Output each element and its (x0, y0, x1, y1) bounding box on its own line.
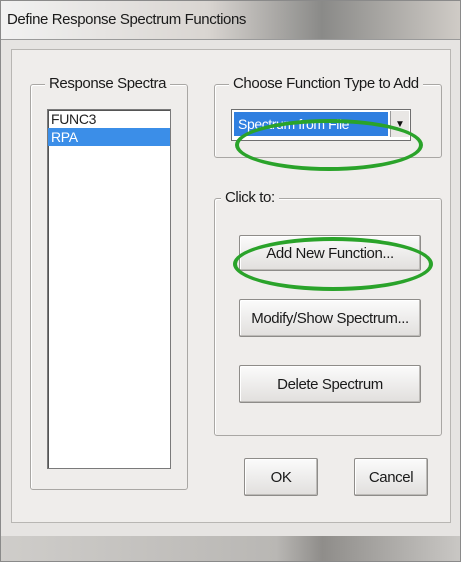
window-bottom-edge (1, 536, 460, 561)
window-title: Define Response Spectrum Functions (7, 11, 247, 28)
dialog-client-area: Response Spectra FUNC3 RPA Choose Functi… (11, 49, 451, 523)
response-spectra-group: Response Spectra FUNC3 RPA (30, 75, 188, 490)
click-to-legend: Click to: (221, 189, 279, 206)
modify-show-spectrum-button[interactable]: Modify/Show Spectrum... (239, 299, 421, 337)
response-spectra-list[interactable]: FUNC3 RPA (47, 109, 171, 469)
delete-spectrum-button[interactable]: Delete Spectrum (239, 365, 421, 403)
chevron-down-icon[interactable]: ▼ (390, 111, 409, 137)
click-to-group: Click to: Add New Function... Modify/Sho… (214, 189, 442, 436)
title-bar[interactable]: Define Response Spectrum Functions (1, 1, 460, 40)
list-item-rpa[interactable]: RPA (48, 128, 170, 146)
function-type-group: Choose Function Type to Add Spectrum fro… (214, 75, 442, 158)
cancel-button[interactable]: Cancel (354, 458, 428, 496)
response-spectra-legend: Response Spectra (45, 75, 171, 92)
list-item-func3[interactable]: FUNC3 (48, 110, 170, 128)
function-type-select[interactable]: Spectrum from File ▼ (231, 109, 411, 141)
add-new-function-button[interactable]: Add New Function... (239, 235, 421, 271)
ok-button[interactable]: OK (244, 458, 318, 496)
function-type-value: Spectrum from File (234, 112, 388, 136)
define-response-spectrum-dialog: Define Response Spectrum Functions Respo… (0, 0, 461, 562)
function-type-legend: Choose Function Type to Add (229, 75, 423, 92)
